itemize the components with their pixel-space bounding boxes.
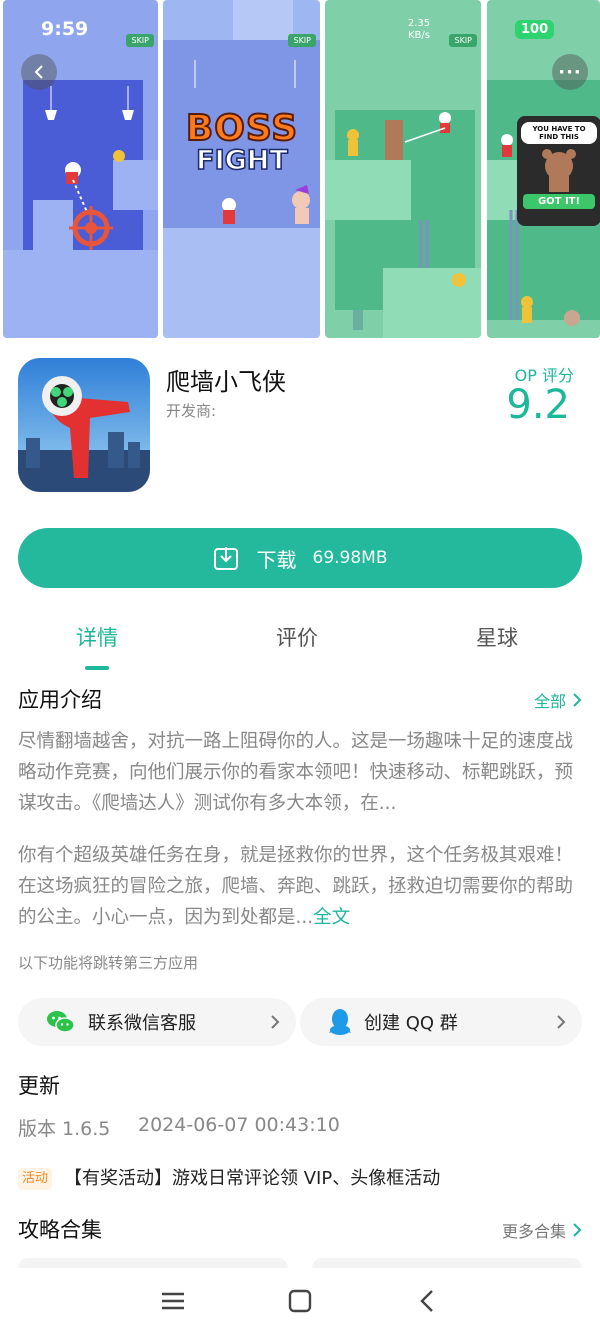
wechat-service-label: 联系微信客服	[88, 1013, 196, 1034]
screenshot-2[interactable]: BOSS FIGHT SKIP	[163, 0, 320, 338]
download-size: 69.98MB	[312, 548, 388, 568]
got-it-button: GOT IT!	[523, 194, 595, 209]
app-icon-art	[18, 358, 150, 492]
more-options-button[interactable]: ···	[552, 54, 588, 90]
network-speed: 2.35 KB/s	[407, 18, 431, 41]
activity-badge: 活动	[18, 1168, 53, 1190]
screenshot-3[interactable]: 2.35 KB/s SKIP	[325, 0, 481, 338]
chevron-right-icon	[573, 1223, 582, 1237]
download-label: 下载	[256, 547, 297, 572]
version-label: 版本 1.6.5	[18, 1118, 111, 1140]
developer-label: 开发商:	[166, 402, 217, 420]
screenshot-1[interactable]: 9:59 SKIP	[3, 0, 158, 338]
hint-popup: YOU HAVE TO FIND THIS GOT IT!	[517, 116, 600, 226]
battery-indicator: 100	[515, 20, 555, 39]
screenshot-4[interactable]: 100 YOU HAVE TO FIND THIS GOT IT! ···	[487, 0, 600, 338]
wechat-icon	[47, 1011, 75, 1033]
system-navigation-bar	[0, 1268, 600, 1333]
intro-title: 应用介绍	[18, 688, 102, 712]
chevron-left-icon	[34, 65, 43, 79]
screenshot-carousel[interactable]: 9:59 SKIP BOSS FIGHT SKIP 2.35 KB/s SKIP…	[0, 0, 600, 340]
back-icon[interactable]	[413, 1286, 443, 1316]
wechat-service-button[interactable]: 联系微信客服	[18, 998, 296, 1046]
tab-bar: 详情 评价 星球	[0, 622, 600, 672]
home-icon[interactable]	[285, 1286, 315, 1316]
intro-more-link[interactable]: 全部	[534, 688, 582, 712]
score-value: 9.2	[506, 382, 570, 428]
tab-planet[interactable]: 星球	[427, 622, 567, 652]
status-time: 9:59	[41, 18, 89, 40]
boss-text: BOSS	[185, 107, 299, 150]
guides-more-label: 更多合集	[501, 1222, 566, 1241]
chevron-right-icon	[557, 1015, 566, 1029]
chevron-right-icon	[573, 693, 582, 707]
screenshot-3-art	[325, 0, 481, 338]
guides-title: 攻略合集	[18, 1218, 102, 1242]
activity-link[interactable]: 【有奖活动】游戏日常评论领 VIP、头像框活动	[64, 1164, 440, 1190]
create-qq-group-label: 创建 QQ 群	[364, 1013, 458, 1034]
back-button[interactable]	[21, 54, 57, 90]
screenshot-1-art	[3, 0, 158, 338]
third-party-note: 以下功能将跳转第三方应用	[18, 954, 199, 972]
skip-button: SKIP	[126, 34, 154, 47]
update-title: 更新	[18, 1074, 60, 1098]
intro-more-label: 全部	[533, 692, 566, 711]
tab-details[interactable]: 详情	[27, 622, 167, 652]
download-icon	[213, 547, 238, 570]
app-name: 爬墙小飞侠	[166, 368, 286, 396]
fight-text: FIGHT	[195, 144, 288, 177]
skip-button: SKIP	[449, 34, 477, 47]
active-tab-indicator	[85, 666, 109, 670]
boss-fight-title: BOSS FIGHT	[181, 107, 303, 177]
tab-reviews[interactable]: 评价	[227, 622, 367, 652]
skip-button: SKIP	[288, 34, 316, 47]
qq-icon	[329, 1009, 351, 1035]
teddy-bear-icon	[542, 149, 576, 192]
full-text-link[interactable]: 全文	[313, 907, 350, 928]
download-button[interactable]: 下载 69.98MB	[18, 528, 582, 588]
update-date: 2024-06-07 00:43:10	[138, 1114, 340, 1136]
guides-more-link[interactable]: 更多合集	[502, 1218, 582, 1242]
speech-bubble: YOU HAVE TO FIND THIS	[521, 122, 597, 144]
intro-paragraph-2-text: 你有个超级英雄任务在身，就是拯救你的世界，这个任务极其艰难！在这场疯狂的冒险之旅…	[18, 845, 574, 928]
intro-paragraph-2: 你有个超级英雄任务在身，就是拯救你的世界，这个任务极其艰难！在这场疯狂的冒险之旅…	[18, 840, 584, 933]
create-qq-group-button[interactable]: 创建 QQ 群	[300, 998, 582, 1046]
app-icon	[18, 358, 150, 492]
intro-paragraph-1: 尽情翻墙越舍，对抗一路上阻碍你的人。这是一场趣味十足的速度战略动作竞赛，向他们展…	[18, 731, 574, 814]
menu-icon[interactable]	[158, 1286, 188, 1316]
chevron-right-icon	[271, 1015, 280, 1029]
